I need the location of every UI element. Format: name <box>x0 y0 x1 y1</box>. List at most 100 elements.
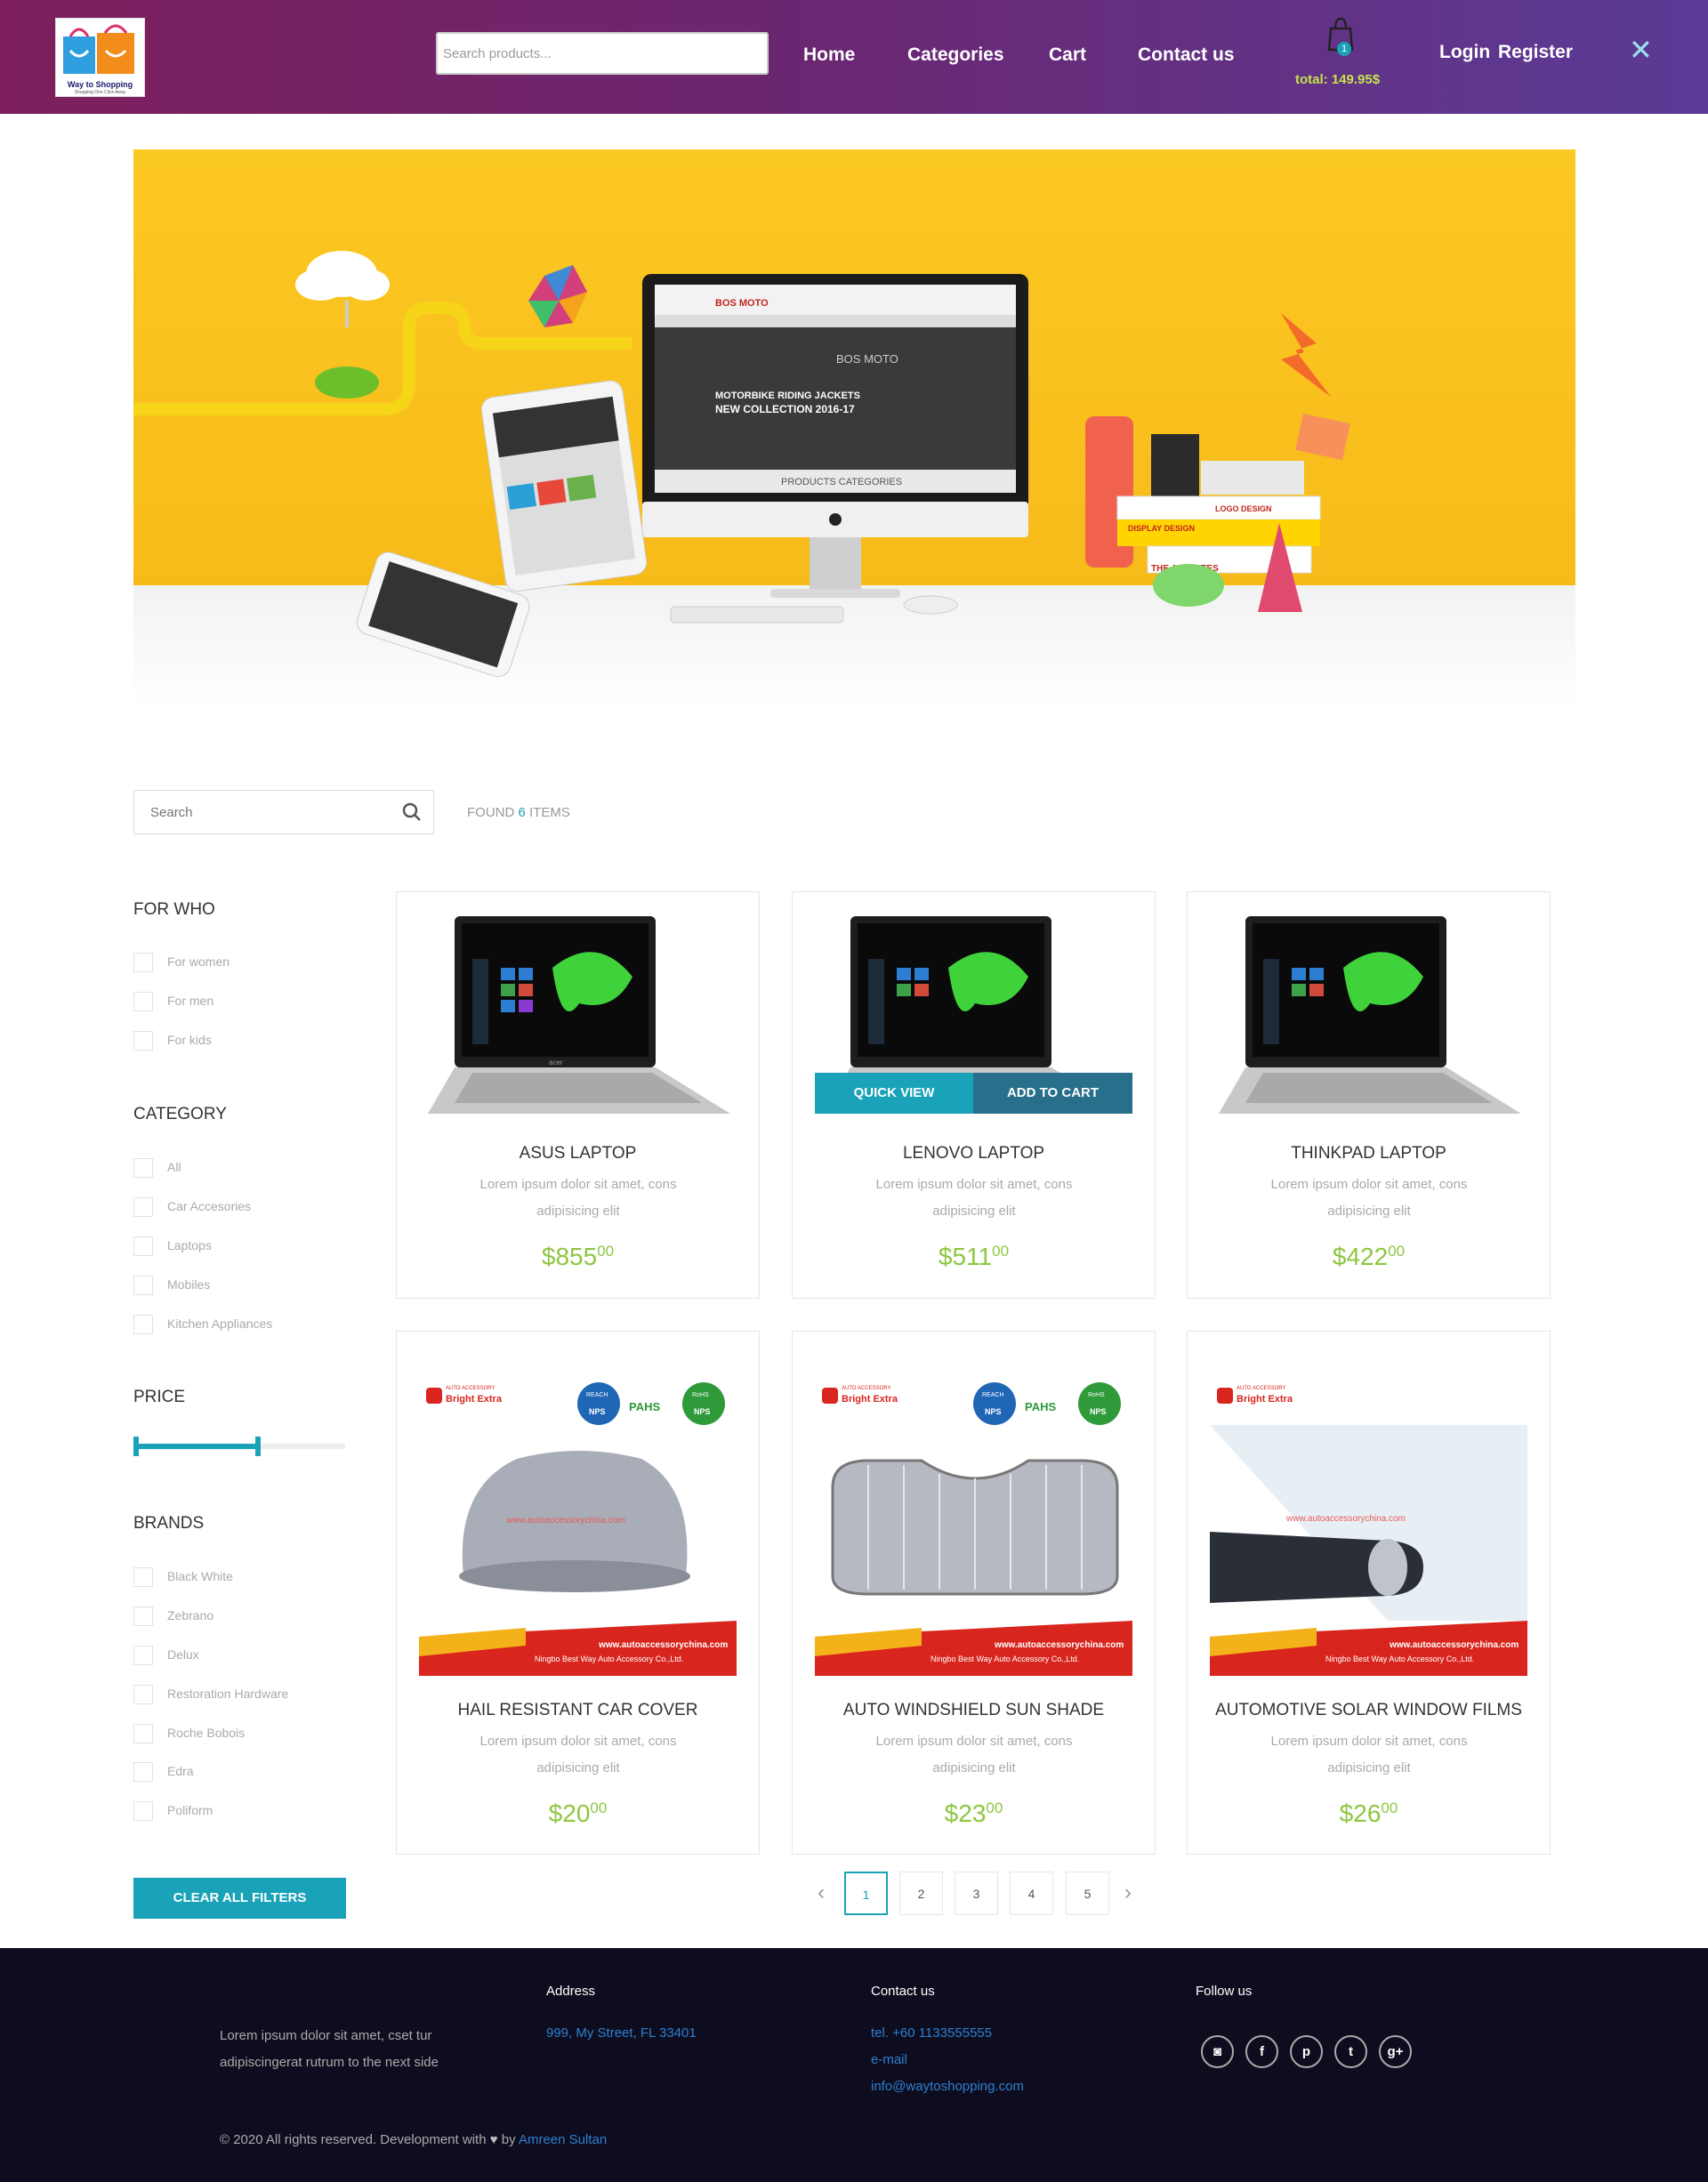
svg-text:acer: acer <box>549 1059 563 1067</box>
product-description: Lorem ipsum dolor sit amet, cons adipisi… <box>875 1177 1073 1219</box>
author-link[interactable]: Amreen Sultan <box>519 2132 607 2147</box>
product-search-input[interactable] <box>436 32 769 75</box>
prev-page-icon[interactable]: ‹ <box>818 1880 825 1905</box>
product-card[interactable]: AUTO ACCESSORY Bright Extra REACH NPS PAH… <box>792 1331 1156 1855</box>
logo-tagline: Shopping One Click Away <box>74 90 126 95</box>
pinterest-icon[interactable]: p <box>1290 2035 1323 2068</box>
checkbox[interactable] <box>133 953 153 972</box>
product-description: Lorem ipsum dolor sit amet, cons adipisi… <box>875 1734 1073 1775</box>
svg-text:NPS: NPS <box>985 1407 1002 1416</box>
site-header: Way to Shopping Shopping One Click Away … <box>0 0 1708 114</box>
svg-text:NPS: NPS <box>589 1407 606 1416</box>
footer-email-label[interactable]: e-mail <box>871 2052 907 2067</box>
register-link[interactable]: Register <box>1498 42 1573 63</box>
results-count: FOUND 6 ITEMS <box>467 805 570 820</box>
svg-text:PAHS: PAHS <box>629 1400 660 1413</box>
product-card[interactable]: acer ASUS LAPTOP Lorem ipsum dolor sit a… <box>396 891 760 1299</box>
sun-shade-image: AUTO ACCESSORY Bright Extra REACH NPS PAH… <box>815 1382 1132 1676</box>
window-film-image: AUTO ACCESSORY Bright Extra www.autoacce… <box>1210 1386 1527 1676</box>
next-page-icon[interactable]: › <box>1124 1880 1132 1905</box>
product-price: $2600 <box>1339 1800 1398 1827</box>
svg-text:www.autoaccessorychina.com: www.autoaccessorychina.com <box>1389 1640 1519 1650</box>
checkbox[interactable] <box>133 992 153 1011</box>
footer-address-title: Address <box>546 1984 596 1999</box>
footer-follow-title: Follow us <box>1196 1984 1253 1999</box>
checkbox[interactable] <box>133 1762 153 1782</box>
product-title[interactable]: AUTO WINDSHIELD SUN SHADE <box>793 1701 1155 1720</box>
footer-tel[interactable]: tel. +60 1133555555 <box>871 2025 992 2041</box>
nav-cart[interactable]: Cart <box>1049 44 1086 66</box>
laptop-image <box>1219 916 1521 1114</box>
filter-title-for-who: FOR WHO <box>133 900 215 919</box>
nav-contact-us[interactable]: Contact us <box>1138 44 1235 66</box>
instagram-icon[interactable]: ◙ <box>1201 2035 1234 2068</box>
footer-address[interactable]: 999, My Street, FL 33401 <box>546 2025 697 2041</box>
svg-text:RoHS: RoHS <box>1088 1392 1105 1398</box>
price-slider[interactable] <box>133 1437 345 1456</box>
page-3[interactable]: 3 <box>955 1872 998 1915</box>
product-price: $2300 <box>944 1800 1003 1827</box>
product-title[interactable]: LENOVO LAPTOP <box>793 1144 1155 1163</box>
twitter-icon[interactable]: t <box>1334 2035 1367 2068</box>
product-card[interactable]: AUTO ACCESSORY Bright Extra www.autoacce… <box>1187 1331 1551 1855</box>
checkbox[interactable] <box>133 1685 153 1704</box>
product-description: Lorem ipsum dolor sit amet, cons adipisi… <box>1270 1734 1468 1775</box>
svg-text:PRODUCTS CATEGORIES: PRODUCTS CATEGORIES <box>781 477 902 487</box>
car-cover-image: AUTO ACCESSORY Bright Extra REACH NPS PAH… <box>419 1382 737 1676</box>
page-2[interactable]: 2 <box>899 1872 943 1915</box>
checkbox[interactable] <box>133 1031 153 1051</box>
svg-text:NPS: NPS <box>1090 1407 1107 1416</box>
product-title[interactable]: THINKPAD LAPTOP <box>1188 1144 1550 1163</box>
search-icon[interactable] <box>402 802 422 822</box>
facebook-icon[interactable]: f <box>1245 2035 1278 2068</box>
svg-text:BOS MOTO: BOS MOTO <box>715 298 769 309</box>
product-card[interactable]: QUICK VIEW ADD TO CART LENOVO LAPTOP Lor… <box>792 891 1156 1299</box>
nav-categories[interactable]: Categories <box>907 44 1004 66</box>
results-count-number: 6 <box>518 805 526 820</box>
svg-text:AUTO ACCESSORY: AUTO ACCESSORY <box>446 1386 495 1391</box>
svg-text:Bright Extra: Bright Extra <box>1237 1394 1293 1405</box>
svg-text:www.autoaccessorychina.com: www.autoaccessorychina.com <box>994 1640 1124 1650</box>
product-card[interactable]: THINKPAD LAPTOP Lorem ipsum dolor sit am… <box>1187 891 1551 1299</box>
checkbox[interactable] <box>133 1801 153 1821</box>
svg-text:Ningbo Best Way Auto Accessory: Ningbo Best Way Auto Accessory Co.,Ltd. <box>535 1655 683 1663</box>
google-plus-icon[interactable]: g+ <box>1379 2035 1412 2068</box>
page-5[interactable]: 5 <box>1066 1872 1109 1915</box>
close-icon[interactable]: ✕ <box>1629 36 1653 64</box>
checkbox[interactable] <box>133 1315 153 1334</box>
clear-all-filters-button[interactable]: CLEAR ALL FILTERS <box>133 1878 346 1919</box>
hero-banner: BOS MOTO BOS MOTO MOTORBIKE RIDING JACKE… <box>133 149 1575 708</box>
product-title[interactable]: AUTOMOTIVE SOLAR WINDOW FILMS <box>1188 1701 1550 1720</box>
footer-email[interactable]: info@waytoshopping.com <box>871 2079 1024 2094</box>
svg-text:Bright Extra: Bright Extra <box>446 1394 503 1405</box>
checkbox[interactable] <box>133 1197 153 1217</box>
price-slider-min-handle[interactable] <box>133 1437 139 1456</box>
svg-text:NEW COLLECTION 2016-17: NEW COLLECTION 2016-17 <box>715 403 855 415</box>
login-link[interactable]: Login <box>1439 42 1490 63</box>
page-4[interactable]: 4 <box>1010 1872 1053 1915</box>
svg-text:Ningbo Best Way Auto Accessory: Ningbo Best Way Auto Accessory Co.,Ltd. <box>1325 1655 1474 1663</box>
quick-view-button[interactable]: QUICK VIEW <box>815 1073 973 1114</box>
filter-search-input[interactable] <box>133 790 434 834</box>
add-to-cart-button[interactable]: ADD TO CART <box>973 1073 1132 1114</box>
footer-contact-title: Contact us <box>871 1984 935 1999</box>
price-slider-fill <box>133 1444 261 1449</box>
checkbox[interactable] <box>133 1158 153 1178</box>
price-slider-max-handle[interactable] <box>254 1437 261 1456</box>
checkbox[interactable] <box>133 1606 153 1626</box>
product-card[interactable]: AUTO ACCESSORY Bright Extra REACH NPS PAH… <box>396 1331 760 1855</box>
checkbox[interactable] <box>133 1236 153 1256</box>
product-title[interactable]: ASUS LAPTOP <box>397 1144 759 1163</box>
filter-title-category: CATEGORY <box>133 1105 227 1123</box>
site-logo[interactable]: Way to Shopping Shopping One Click Away <box>55 18 145 97</box>
page-1[interactable]: 1 <box>844 1872 888 1915</box>
svg-text:Bright Extra: Bright Extra <box>842 1394 898 1405</box>
checkbox[interactable] <box>133 1567 153 1587</box>
checkbox[interactable] <box>133 1276 153 1295</box>
svg-text:DISPLAY DESIGN: DISPLAY DESIGN <box>1128 524 1195 533</box>
checkbox[interactable] <box>133 1646 153 1665</box>
product-title[interactable]: HAIL RESISTANT CAR COVER <box>397 1701 759 1720</box>
nav-home[interactable]: Home <box>803 44 855 66</box>
product-price: $42200 <box>1332 1243 1406 1270</box>
checkbox[interactable] <box>133 1724 153 1743</box>
